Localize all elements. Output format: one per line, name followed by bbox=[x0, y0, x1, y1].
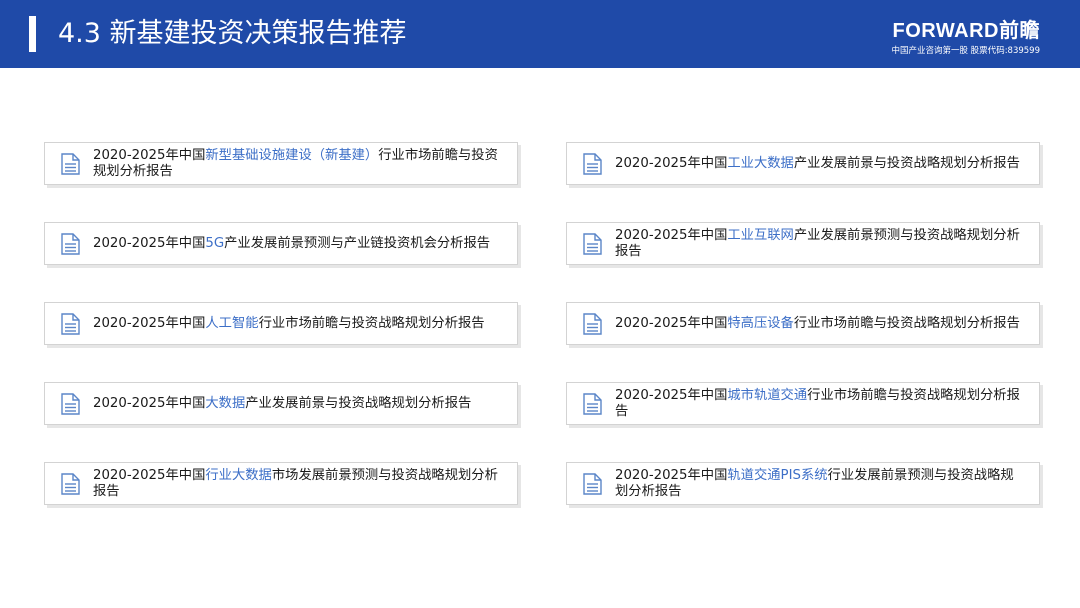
document-icon bbox=[61, 153, 80, 175]
brand-name: FORWARD前瞻 bbox=[892, 20, 1040, 42]
report-title[interactable]: 2020-2025年中国行业大数据市场发展前景预测与投资战略规划分析报告 bbox=[93, 468, 499, 500]
report-card-7[interactable]: 2020-2025年中国大数据产业发展前景与投资战略规划分析报告 bbox=[44, 382, 518, 425]
report-card-3[interactable]: 2020-2025年中国5G产业发展前景预测与产业链投资机会分析报告 bbox=[44, 222, 518, 265]
title-accent-bar bbox=[29, 16, 36, 52]
report-title[interactable]: 2020-2025年中国城市轨道交通行业市场前瞻与投资战略规划分析报告 bbox=[615, 388, 1021, 420]
report-title[interactable]: 2020-2025年中国工业大数据产业发展前景与投资战略规划分析报告 bbox=[615, 156, 1021, 172]
report-title[interactable]: 2020-2025年中国5G产业发展前景预测与产业链投资机会分析报告 bbox=[93, 236, 499, 252]
report-card-1[interactable]: 2020-2025年中国新型基础设施建设（新基建）行业市场前瞻与投资规划分析报告 bbox=[44, 142, 518, 185]
page-title: 4.3 新基建投资决策报告推荐 bbox=[58, 18, 407, 49]
report-card-4[interactable]: 2020-2025年中国工业互联网产业发展前景预测与投资战略规划分析报告 bbox=[566, 222, 1040, 265]
report-title[interactable]: 2020-2025年中国特高压设备行业市场前瞻与投资战略规划分析报告 bbox=[615, 316, 1021, 332]
document-icon bbox=[61, 473, 80, 495]
document-icon bbox=[583, 233, 602, 255]
report-card-6[interactable]: 2020-2025年中国特高压设备行业市场前瞻与投资战略规划分析报告 bbox=[566, 302, 1040, 345]
report-card-2[interactable]: 2020-2025年中国工业大数据产业发展前景与投资战略规划分析报告 bbox=[566, 142, 1040, 185]
report-card-8[interactable]: 2020-2025年中国城市轨道交通行业市场前瞻与投资战略规划分析报告 bbox=[566, 382, 1040, 425]
document-icon bbox=[61, 233, 80, 255]
brand-logo: FORWARD前瞻 中国产业咨询第一股 股票代码:839599 bbox=[840, 20, 1040, 57]
document-icon bbox=[61, 393, 80, 415]
report-card-5[interactable]: 2020-2025年中国人工智能行业市场前瞻与投资战略规划分析报告 bbox=[44, 302, 518, 345]
report-title[interactable]: 2020-2025年中国人工智能行业市场前瞻与投资战略规划分析报告 bbox=[93, 316, 499, 332]
document-icon bbox=[583, 313, 602, 335]
report-card-10[interactable]: 2020-2025年中国轨道交通PIS系统行业发展前景预测与投资战略规划分析报告 bbox=[566, 462, 1040, 505]
report-title[interactable]: 2020-2025年中国大数据产业发展前景与投资战略规划分析报告 bbox=[93, 396, 499, 412]
document-icon bbox=[583, 153, 602, 175]
brand-tagline: 中国产业咨询第一股 股票代码:839599 bbox=[891, 46, 1040, 56]
report-title[interactable]: 2020-2025年中国工业互联网产业发展前景预测与投资战略规划分析报告 bbox=[615, 228, 1021, 260]
report-title[interactable]: 2020-2025年中国新型基础设施建设（新基建）行业市场前瞻与投资规划分析报告 bbox=[93, 148, 499, 180]
document-icon bbox=[583, 393, 602, 415]
document-icon bbox=[61, 313, 80, 335]
report-card-9[interactable]: 2020-2025年中国行业大数据市场发展前景预测与投资战略规划分析报告 bbox=[44, 462, 518, 505]
report-title[interactable]: 2020-2025年中国轨道交通PIS系统行业发展前景预测与投资战略规划分析报告 bbox=[615, 468, 1021, 500]
header-banner: 4.3 新基建投资决策报告推荐 FORWARD前瞻 中国产业咨询第一股 股票代码… bbox=[0, 0, 1080, 68]
document-icon bbox=[583, 473, 602, 495]
